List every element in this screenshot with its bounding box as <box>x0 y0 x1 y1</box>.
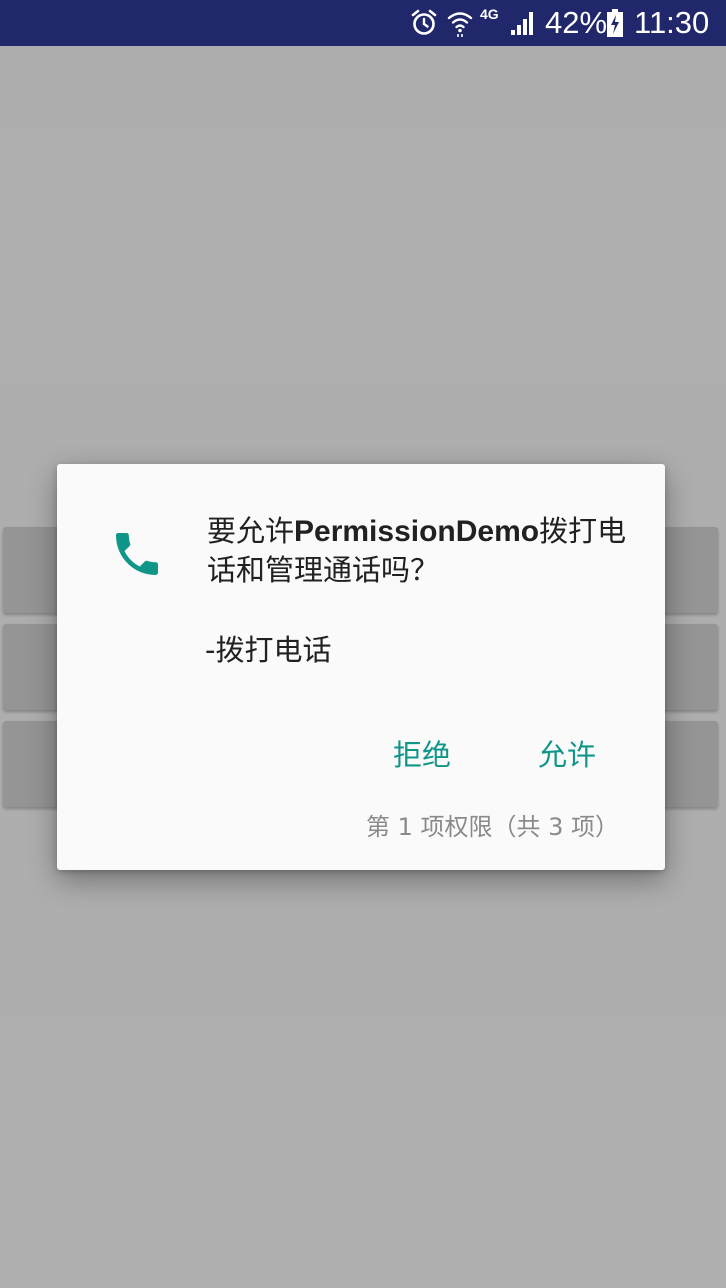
deny-button[interactable]: 拒绝 <box>393 730 451 780</box>
alarm-icon <box>411 9 437 35</box>
wifi-icon <box>447 12 473 37</box>
battery-percent: 42% <box>545 5 608 40</box>
app-name: PermissionDemo <box>294 515 540 548</box>
battery-charging-icon <box>607 9 623 37</box>
status-bar: 4G 42% 11:30 <box>0 0 726 46</box>
message-prefix: 要允许 <box>207 514 295 548</box>
phone-icon <box>116 533 158 575</box>
cellular-signal-icon <box>511 12 533 35</box>
screen: 4G 42% 11:30 要允许PermissionDemo拨打电话和管理通话吗… <box>0 0 726 1288</box>
permission-page-indicator: 第 1 项权限（共 3 项） <box>365 813 619 841</box>
allow-button[interactable]: 允许 <box>538 730 596 780</box>
permission-message: 要允许PermissionDemo拨打电话和管理通话吗？ <box>207 512 627 590</box>
network-type-label: 4G <box>480 6 499 22</box>
permission-detail: -拨打电话 <box>205 633 332 667</box>
clock: 11:30 <box>634 5 710 40</box>
permission-dialog: 要允许PermissionDemo拨打电话和管理通话吗？ -拨打电话 拒绝 允许… <box>57 464 665 870</box>
